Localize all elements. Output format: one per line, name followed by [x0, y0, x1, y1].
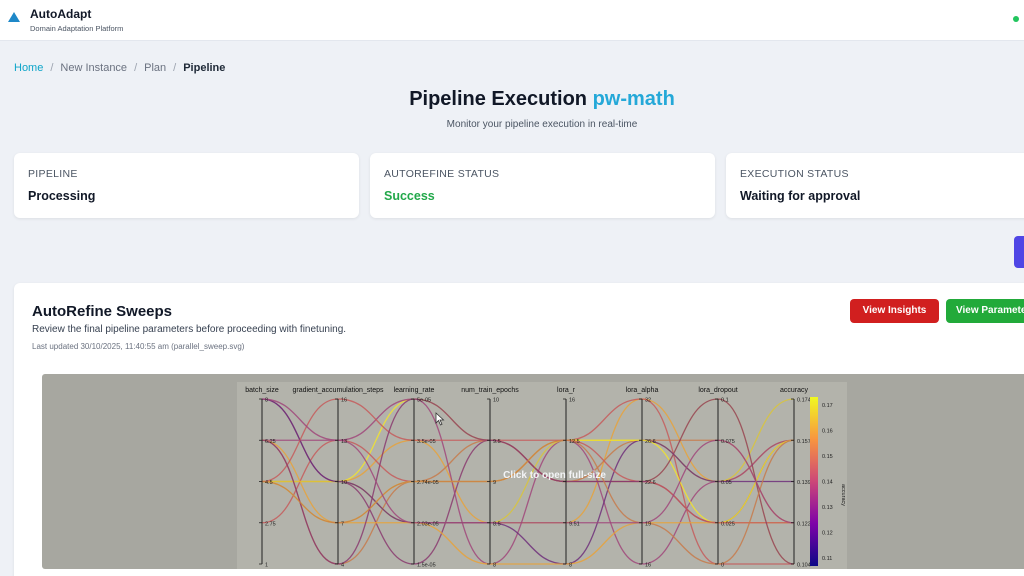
tick-label: 22.6 [645, 480, 656, 486]
tick-label: 0.025 [721, 521, 735, 527]
view-parameters-button[interactable]: View Parameters [946, 299, 1024, 323]
tick-label: 3.5e-05 [417, 439, 436, 445]
tick-label: 19 [645, 521, 651, 527]
tick-label: 8 [265, 398, 268, 404]
tick-label: 16 [645, 563, 651, 569]
top-bar: AutoAdapt Domain Adaptation Platform [0, 0, 1024, 41]
tick-label: 26.6 [645, 439, 656, 445]
axis-label: learning_rate [394, 387, 435, 394]
axis-label: gradient_accumulation_steps [292, 387, 384, 394]
page-title-prefix: Pipeline Execution [409, 88, 588, 110]
tick-label: 16 [341, 398, 347, 404]
open-full-size-link[interactable]: Click to open full-size [472, 470, 637, 481]
approve-button[interactable] [1014, 236, 1024, 268]
colorbar-tick-label: 0.16 [822, 429, 833, 435]
logo-triangle-icon [8, 12, 20, 22]
autorefine-status-card: AUTOREFINE STATUS Success [370, 153, 715, 218]
connection-status-dot [1013, 16, 1019, 22]
axis-label: batch_size [245, 387, 279, 394]
colorbar-label: accuracy [840, 484, 846, 506]
card-value: Waiting for approval [740, 189, 861, 203]
tick-label: 32 [645, 398, 651, 404]
tick-label: 2.74e-05 [417, 480, 439, 486]
colorbar-tick-label: 0.11 [822, 556, 832, 562]
tick-label: 9.5 [493, 439, 501, 445]
autorefine-sweeps-panel: AutoRefine Sweeps Review the final pipel… [14, 283, 1024, 576]
colorbar-tick-label: 0.17 [822, 403, 833, 409]
breadcrumb-current: Pipeline [183, 62, 226, 74]
tick-label: 0.1 [721, 398, 729, 404]
instance-name: pw-math [592, 88, 675, 110]
page-title: Pipeline Execution pw-math [0, 88, 1024, 111]
colorbar-tick-label: 0.14 [822, 480, 833, 486]
app-subtitle: Domain Adaptation Platform [30, 24, 124, 33]
tick-label: 16 [569, 398, 575, 404]
card-value: Success [384, 189, 435, 203]
tick-label: 8 [569, 563, 572, 569]
tick-label: 1 [265, 563, 268, 569]
colorbar-tick-label: 0.12 [822, 531, 833, 537]
tick-label: 5e-05 [417, 398, 431, 404]
tick-label: 1.5e-05 [417, 563, 436, 569]
colorbar-tick-label: 0.13 [822, 505, 833, 511]
axis-label: lora_r [557, 387, 576, 394]
tick-label: 13 [341, 439, 347, 445]
parallel-sweep-plot[interactable]: batch_size 8 6.25 4.5 2.75 1 gradient_accumula… [42, 374, 1024, 569]
tick-label: 8 [493, 563, 496, 569]
axis-label: accuracy [780, 387, 809, 394]
tick-label: 0.122 [797, 521, 811, 527]
breadcrumb-separator: / [173, 62, 177, 74]
mouse-cursor-icon [435, 412, 445, 426]
breadcrumb-new-instance[interactable]: New Instance [60, 62, 127, 74]
app-title[interactable]: AutoAdapt [30, 7, 91, 21]
breadcrumb-separator: / [134, 62, 138, 74]
tick-label: 12.5 [569, 439, 580, 445]
breadcrumb: Home / New Instance / Plan / Pipeline [14, 62, 225, 74]
tick-label: 4 [341, 563, 344, 569]
tick-label: 10 [493, 398, 499, 404]
tick-label: 8.5 [493, 521, 501, 527]
tick-label: 4.5 [265, 480, 273, 486]
last-updated: Last updated 30/10/2025, 11:40:55 am (pa… [32, 342, 245, 351]
tick-label: 0.174 [797, 398, 811, 404]
panel-title: AutoRefine Sweeps [32, 303, 173, 320]
tick-label: 7 [341, 521, 344, 527]
tick-label: 10 [341, 480, 347, 486]
tick-label: 9.51 [569, 521, 580, 527]
tick-label: 0.075 [721, 439, 735, 445]
pipeline-status-card: PIPELINE Processing [14, 153, 359, 218]
view-insights-button[interactable]: View Insights [850, 299, 939, 323]
breadcrumb-plan[interactable]: Plan [144, 62, 166, 74]
tick-label: 0 [721, 563, 724, 569]
tick-label: 2.75 [265, 521, 276, 527]
card-label: EXECUTION STATUS [740, 168, 849, 180]
colorbar [810, 397, 818, 566]
tick-label: 2.03e-05 [417, 521, 439, 527]
axis-label: num_train_epochs [461, 387, 519, 394]
page-subtitle: Monitor your pipeline execution in real-… [446, 119, 638, 130]
breadcrumb-separator: / [50, 62, 54, 74]
tick-label: 0.157 [797, 439, 811, 445]
tick-label: 0.05 [721, 480, 732, 486]
card-label: PIPELINE [28, 168, 78, 180]
tick-label: 0.104 [797, 563, 811, 569]
axis-label: lora_alpha [626, 387, 659, 394]
breadcrumb-home[interactable]: Home [14, 62, 43, 74]
panel-description: Review the final pipeline parameters bef… [32, 324, 347, 335]
axis-label: lora_dropout [698, 387, 737, 394]
tick-label: 6.25 [265, 439, 276, 445]
card-value: Processing [28, 189, 96, 203]
tick-label: 0.139 [797, 480, 811, 486]
execution-status-card: EXECUTION STATUS Waiting for approval [726, 153, 1024, 218]
card-label: AUTOREFINE STATUS [384, 168, 500, 180]
colorbar-tick-label: 0.15 [822, 454, 833, 460]
